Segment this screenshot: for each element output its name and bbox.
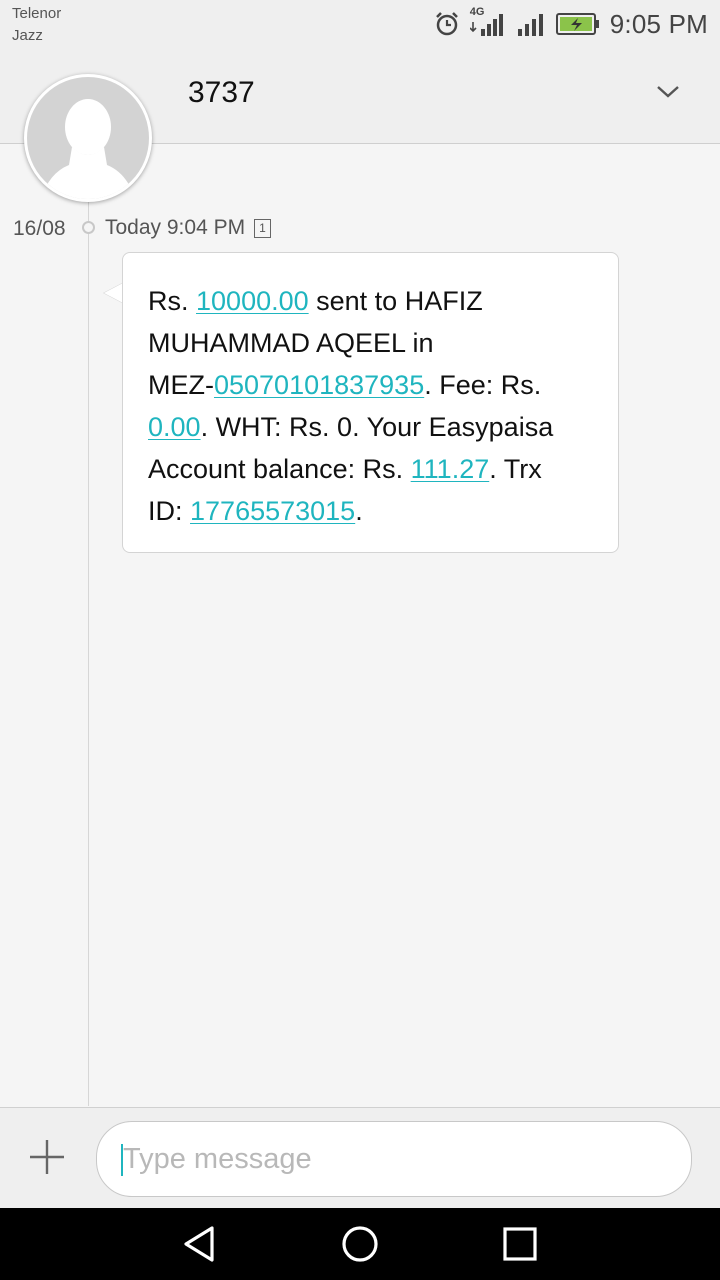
signal-icon bbox=[517, 14, 543, 36]
account-number-link[interactable]: 05070101837935 bbox=[214, 370, 424, 400]
message-timestamp: Today 9:04 PM bbox=[105, 216, 246, 239]
amount-link[interactable]: 10000.00 bbox=[196, 286, 309, 316]
add-icon[interactable] bbox=[22, 1132, 72, 1182]
balance-link[interactable]: 111.27 bbox=[411, 454, 490, 484]
alarm-icon bbox=[435, 12, 458, 36]
message-segment: MUHAMMAD AQEEL in bbox=[148, 328, 434, 358]
timeline-line bbox=[88, 144, 89, 1106]
message-input[interactable]: Type message bbox=[96, 1121, 692, 1197]
message-segment: . Trx bbox=[489, 454, 542, 484]
navigation-bar bbox=[0, 1208, 720, 1280]
recents-icon[interactable] bbox=[498, 1222, 542, 1266]
timeline-dot bbox=[82, 221, 95, 234]
message-segment: . Fee: Rs. bbox=[424, 370, 542, 400]
message-segment: sent to HAFIZ bbox=[308, 286, 483, 316]
compose-bar: Type message bbox=[0, 1107, 720, 1208]
carrier-name-secondary: Jazz bbox=[12, 27, 43, 44]
signal-4g-icon: 4G bbox=[469, 6, 506, 39]
chevron-down-icon[interactable] bbox=[652, 76, 684, 108]
message-segment: Rs. bbox=[148, 286, 197, 316]
carrier-name: Telenor bbox=[12, 5, 62, 22]
avatar[interactable] bbox=[24, 74, 152, 202]
message-text: Rs. 10000.00 sent to HAFIZ MUHAMMAD AQEE… bbox=[148, 280, 603, 532]
fee-link[interactable]: 0.00 bbox=[148, 412, 201, 442]
home-icon[interactable] bbox=[338, 1222, 382, 1266]
bubble-tail bbox=[104, 283, 123, 303]
message-segment: MEZ- bbox=[148, 370, 214, 400]
message-bubble[interactable]: Rs. 10000.00 sent to HAFIZ MUHAMMAD AQEE… bbox=[122, 252, 619, 553]
person-silhouette-icon bbox=[41, 99, 135, 199]
battery-charging-icon bbox=[555, 13, 599, 35]
message-input-placeholder: Type message bbox=[123, 1143, 312, 1175]
message-segment: . bbox=[355, 496, 363, 526]
message-segment: . WHT: Rs. 0. Your Easypaisa bbox=[200, 412, 554, 442]
back-icon[interactable] bbox=[178, 1222, 222, 1266]
status-bar: Telenor Jazz 4G 9:05 PM bbox=[0, 0, 720, 48]
date-label: 16/08 bbox=[13, 217, 66, 240]
message-segment: Account balance: Rs. bbox=[148, 454, 411, 484]
contact-name[interactable]: 3737 bbox=[188, 76, 255, 110]
transaction-id-link[interactable]: 17765573015 bbox=[190, 496, 355, 526]
status-clock: 9:05 PM bbox=[609, 8, 708, 39]
message-segment: ID: bbox=[148, 496, 191, 526]
sim-badge: 1 bbox=[254, 219, 271, 238]
